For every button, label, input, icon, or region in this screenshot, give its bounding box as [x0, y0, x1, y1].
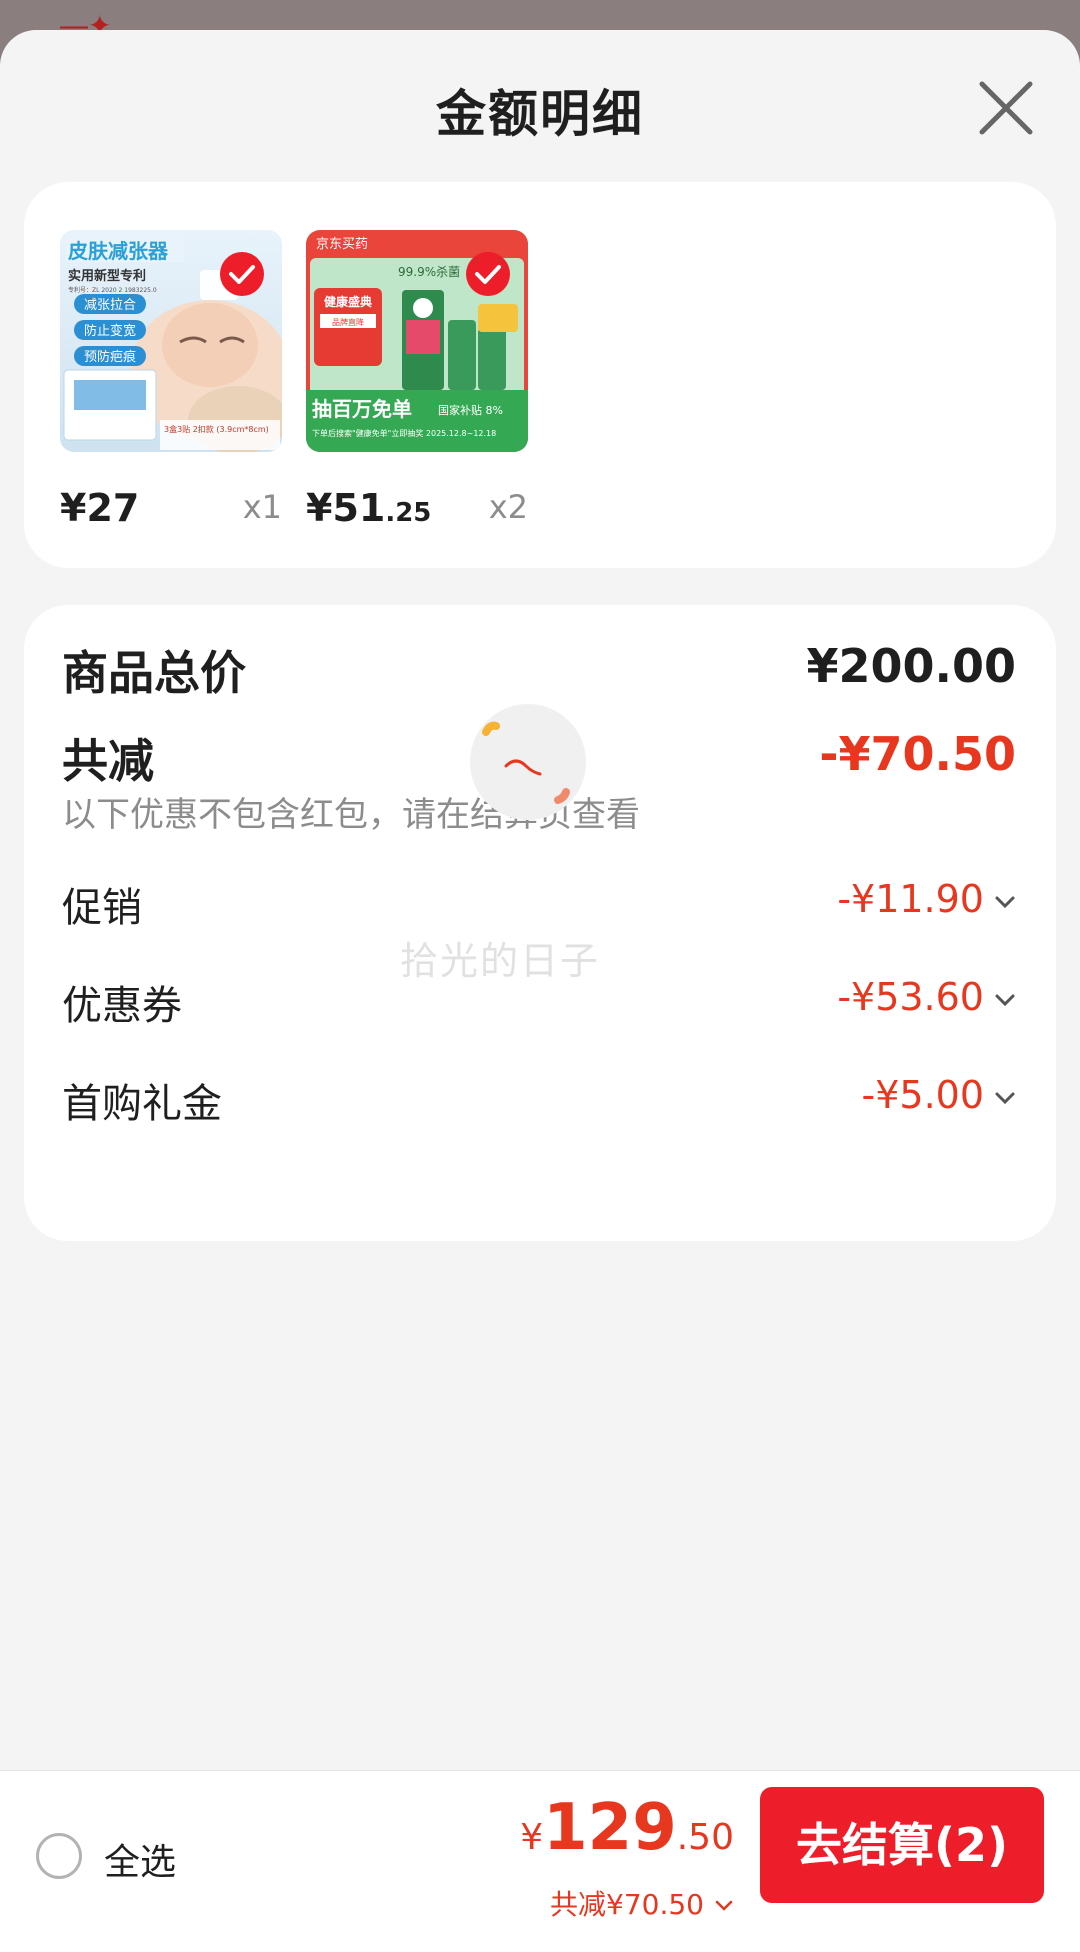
checkout-bar: 全选 ¥129.50 共减¥70.50 去结算(2) [0, 1770, 1080, 1952]
product-quantity: x2 [488, 488, 528, 526]
svg-text:健康盛典: 健康盛典 [324, 294, 372, 309]
close-icon [979, 81, 1033, 135]
checkout-button[interactable]: 去结算(2) [760, 1787, 1044, 1903]
coupon-value: -¥53.60 [837, 975, 984, 1019]
total-reduction-value: -¥70.50 [819, 727, 1016, 781]
watermark: 拾光的日子 [400, 939, 601, 983]
svg-text:下单后搜索"健康免单"立即抽奖 2025.12.8~12.1: 下单后搜索"健康免单"立即抽奖 2025.12.8~12.18 [312, 428, 496, 438]
svg-text:预防疤痕: 预防疤痕 [84, 349, 136, 365]
svg-text:3盒3贴 2扣款 (3.9cm*8cm): 3盒3贴 2扣款 (3.9cm*8cm) [164, 424, 269, 434]
total-saved-toggle[interactable]: 共减¥70.50 [550, 1883, 734, 1923]
product-quantity: x1 [242, 488, 282, 526]
svg-text:减张拉合: 减张拉合 [84, 298, 136, 313]
svg-text:实用新型专利: 实用新型专利 [68, 268, 146, 284]
chevron-down-icon [995, 1092, 1015, 1104]
product-price: ¥51.25 [306, 486, 432, 530]
svg-text:皮肤减张器: 皮肤减张器 [68, 239, 169, 263]
coupon-label: 优惠券 [62, 983, 182, 1029]
total-payable-price: ¥129.50 [520, 1791, 734, 1865]
sheet-title: 金额明细 [436, 85, 644, 143]
coupon-row[interactable]: -¥53.60 [837, 975, 1016, 1019]
total-price-value: ¥200.00 [806, 639, 1016, 693]
promotion-label: 促销 [62, 885, 142, 931]
svg-text:抽百万免单: 抽百万免单 [312, 397, 412, 421]
total-price-label: 商品总价 [62, 646, 246, 700]
products-card: 皮肤减张器 实用新型专利 专利号：ZL 2020 2 1983225.0 减张拉… [24, 182, 1056, 568]
product-price: ¥27 [60, 486, 140, 530]
svg-text:国家补贴 8%: 国家补贴 8% [438, 403, 503, 417]
chevron-down-icon [995, 994, 1015, 1006]
first-purchase-gift-label: 首购礼金 [62, 1081, 222, 1127]
select-all-label[interactable]: 全选 [104, 1833, 176, 1885]
check-icon[interactable] [464, 250, 512, 298]
close-button[interactable] [974, 76, 1038, 140]
svg-text:专利号：ZL 2020 2 1983225.0: 专利号：ZL 2020 2 1983225.0 [68, 286, 157, 294]
promotion-value: -¥11.90 [837, 877, 984, 921]
product-thumbnail[interactable]: 皮肤减张器 实用新型专利 专利号：ZL 2020 2 1983225.0 减张拉… [60, 230, 282, 452]
svg-text:品牌直降: 品牌直降 [332, 317, 364, 327]
product-thumbnail[interactable]: 京东买药 99.9%杀菌 健康盛典 品牌直降 抽百万免单 国家补贴 8% 下单后… [306, 230, 528, 452]
first-purchase-gift-value: -¥5.00 [861, 1073, 985, 1117]
amount-detail-sheet: 金额明细 皮肤减张器 实用新型专利 专利号：ZL 2020 2 1983225.… [0, 30, 1080, 1951]
check-icon[interactable] [218, 250, 266, 298]
loading-spinner-icon [470, 704, 586, 820]
svg-text:99.9%杀菌: 99.9%杀菌 [398, 264, 460, 279]
svg-text:防止变宽: 防止变宽 [84, 323, 136, 339]
select-all-radio[interactable] [36, 1833, 82, 1879]
promotion-row[interactable]: -¥11.90 [837, 877, 1016, 921]
first-purchase-gift-row[interactable]: -¥5.00 [862, 1073, 1017, 1117]
chevron-down-icon [995, 896, 1015, 908]
svg-text:京东买药: 京东买药 [316, 237, 368, 252]
total-reduction-label: 共减 [62, 734, 154, 788]
chevron-down-icon [715, 1900, 733, 1911]
